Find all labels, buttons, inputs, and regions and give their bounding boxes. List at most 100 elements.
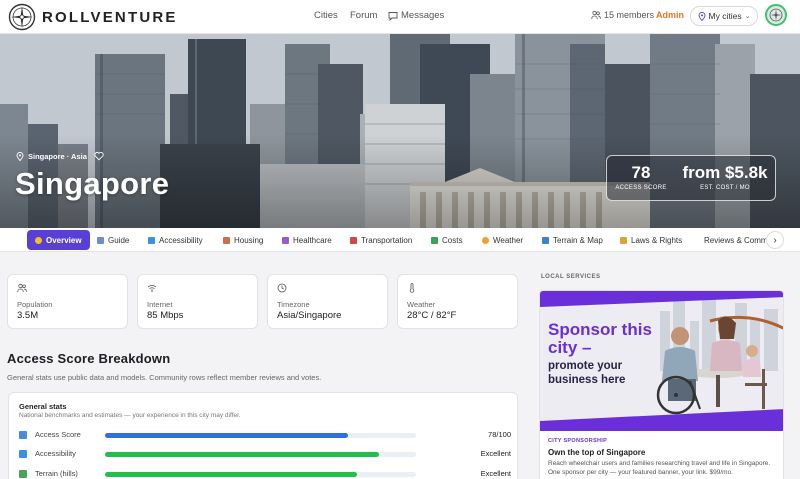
tab-costs-label: Costs: [442, 235, 463, 245]
tab-costs[interactable]: Costs: [431, 230, 462, 250]
house-icon: [223, 236, 230, 244]
clock-icon: [277, 283, 287, 293]
sponsor-description: Reach wheelchair users and families rese…: [548, 460, 771, 476]
stat-value: 85 Mbps: [147, 310, 184, 321]
stat-value: 3.5M: [17, 310, 39, 321]
wifi-icon: [147, 285, 157, 293]
nav-messages[interactable]: Messages: [388, 10, 444, 21]
sponsor-banner[interactable]: Sponsor this city – promote your busines…: [540, 291, 783, 431]
general-stats-note: National benchmarks and estimates — your…: [19, 412, 241, 419]
general-stats-card: General stats National benchmarks and es…: [8, 392, 518, 479]
thermometer-icon: [409, 283, 415, 293]
section-tabs: Overview Guide Accessibility Housing Hea…: [0, 228, 800, 252]
city-hero: Singapore · Asia Singapore 78 ACCESS SCO…: [0, 34, 800, 228]
book-icon: [97, 236, 104, 244]
tab-transportation[interactable]: Transportation: [350, 230, 412, 250]
nav-cities[interactable]: Cities: [314, 10, 338, 21]
sponsor-kicker: CITY SPONSORSHIP: [548, 438, 608, 444]
bus-icon: [350, 236, 357, 244]
score-row: Accessibility Excellent: [19, 448, 511, 460]
map-pin-icon: [698, 11, 705, 21]
nav-forum[interactable]: Forum: [350, 10, 377, 21]
tab-weather-label: Weather: [493, 235, 524, 245]
members-label: 15 members: [604, 10, 655, 20]
score-row-label: Access Score: [35, 430, 81, 439]
tab-weather[interactable]: Weather: [482, 230, 523, 250]
sponsor-title[interactable]: Own the top of Singapore: [548, 448, 645, 457]
score-row-value: Excellent: [480, 469, 511, 478]
heart-favorite-icon[interactable]: [94, 151, 104, 161]
tab-terrain-map-label: Terrain & Map: [553, 235, 603, 245]
compass-logo-icon: [8, 3, 36, 31]
stat-label: Weather: [407, 300, 436, 309]
tab-guide-label: Guide: [108, 235, 130, 245]
brand-logo[interactable]: ROLLVENTURE: [8, 3, 178, 31]
admin-link[interactable]: Admin: [656, 10, 684, 20]
tab-healthcare[interactable]: Healthcare: [282, 230, 332, 250]
user-avatar[interactable]: [765, 4, 787, 26]
stat-value: 28°C / 82°F: [407, 310, 457, 321]
brand-name: ROLLVENTURE: [42, 8, 178, 26]
stat-card-timezone: Timezone Asia/Singapore: [267, 274, 388, 329]
nav-forum-label: Forum: [350, 10, 378, 21]
chevron-right-icon: ›: [773, 234, 777, 246]
mountain-icon: [19, 470, 27, 478]
sponsor-subline: promote your business here: [548, 360, 626, 386]
wheelchair-icon: [19, 450, 27, 458]
cost-value: from $5.8k: [682, 163, 768, 182]
tab-transportation-label: Transportation: [361, 235, 413, 245]
score-row-label: Accessibility: [35, 449, 76, 458]
score-summary-box: 78 ACCESS SCORE from $5.8k EST. COST / M…: [606, 155, 776, 201]
tab-laws-rights[interactable]: Laws & Rights: [620, 230, 682, 250]
score-bar-track: [105, 472, 416, 477]
my-cities-dropdown[interactable]: My cities ⌄: [690, 6, 758, 26]
stat-label: Internet: [147, 300, 173, 309]
tab-housing[interactable]: Housing: [223, 230, 263, 250]
sun-icon: [482, 236, 489, 244]
general-stats-title: General stats: [19, 402, 67, 411]
stat-value: Asia/Singapore: [277, 310, 342, 321]
members-count[interactable]: 15 members: [591, 10, 654, 20]
tabs-scroll-right-button[interactable]: ›: [766, 231, 784, 249]
tab-housing-label: Housing: [234, 235, 264, 245]
breakdown-subtitle: General stats use public data and models…: [7, 373, 322, 382]
access-score-label: ACCESS SCORE: [615, 185, 667, 191]
scales-icon: [620, 236, 627, 244]
tab-accessibility-label: Accessibility: [159, 235, 203, 245]
score-bar-track: [105, 433, 416, 438]
map-icon: [542, 236, 549, 244]
score-row: Terrain (hills) Excellent: [19, 468, 511, 479]
tab-reviews[interactable]: Reviews & Comm: [700, 230, 766, 250]
tab-laws-rights-label: Laws & Rights: [631, 235, 683, 245]
stat-label: Population: [17, 300, 53, 309]
compass-avatar-icon: [769, 8, 783, 22]
access-score-value: 78: [631, 163, 651, 182]
sponsor-headline: Sponsor this city –: [548, 320, 652, 357]
city-title: Singapore: [15, 166, 170, 201]
sponsor-ad-card[interactable]: Sponsor this city – promote your busines…: [539, 290, 784, 479]
tab-overview[interactable]: Overview: [27, 230, 90, 250]
nav-messages-label: Messages: [401, 10, 445, 21]
tab-overview-label: Overview: [46, 235, 82, 245]
tab-guide[interactable]: Guide: [97, 230, 129, 250]
access-score-icon: [19, 431, 27, 439]
chat-bubble-icon: [388, 11, 398, 21]
cost-label: EST. COST / MO: [700, 185, 750, 191]
top-bar: ROLLVENTURE Cities Forum Messages 15 mem…: [0, 0, 800, 34]
stat-card-population: Population 3.5M: [7, 274, 128, 329]
star-icon: [35, 236, 42, 244]
breakdown-title: Access Score Breakdown: [7, 351, 171, 366]
score-bar-track: [105, 452, 416, 457]
wheelchair-icon: [148, 236, 155, 244]
map-pin-icon: [16, 152, 24, 161]
tab-accessibility[interactable]: Accessibility: [148, 230, 203, 250]
score-bar-fill: [105, 433, 348, 438]
money-icon: [431, 236, 438, 244]
score-bar-fill: [105, 452, 379, 457]
tab-terrain-map[interactable]: Terrain & Map: [542, 230, 603, 250]
hospital-icon: [282, 236, 289, 244]
score-row-label: Terrain (hills): [35, 469, 78, 478]
tab-healthcare-label: Healthcare: [293, 235, 332, 245]
chevron-down-icon: ⌄: [744, 13, 751, 20]
local-services-label: LOCAL SERVICES: [541, 274, 601, 280]
